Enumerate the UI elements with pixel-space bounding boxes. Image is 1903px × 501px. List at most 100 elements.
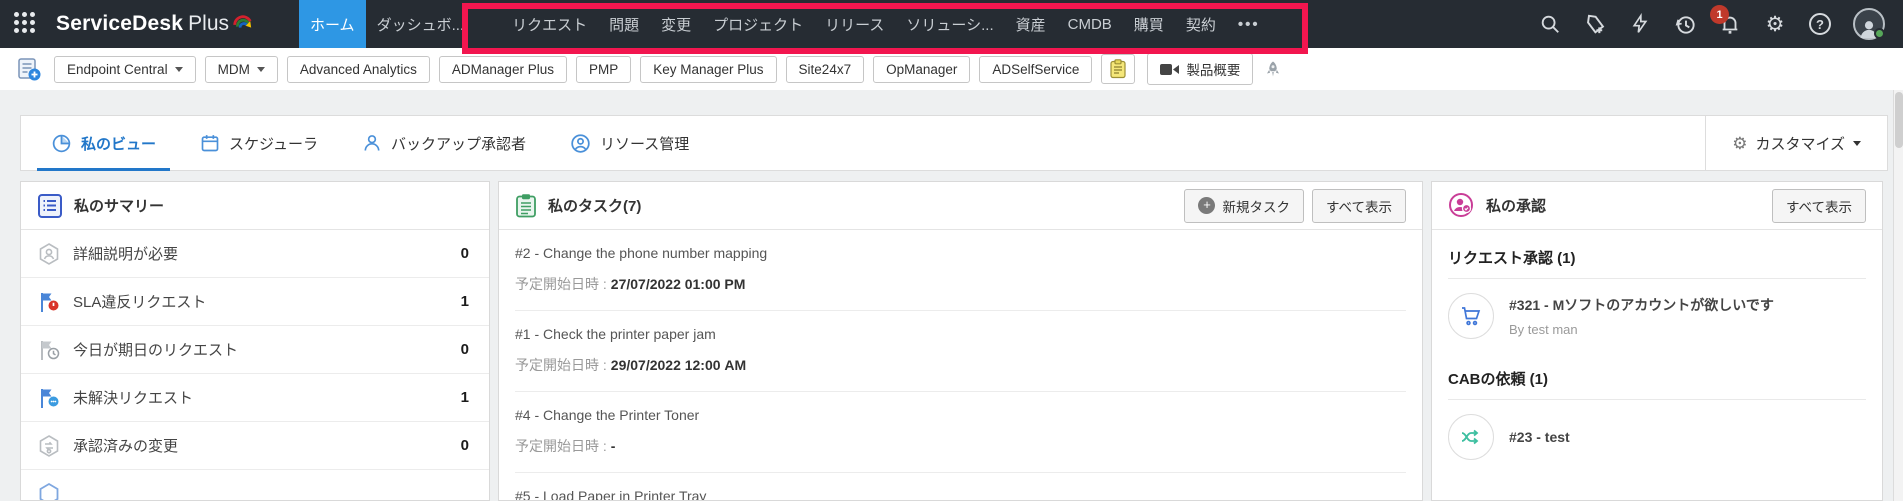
servicedesk-plus-logo[interactable]: ServiceDesk Plus xyxy=(56,12,253,36)
new-document-icon[interactable] xyxy=(16,56,42,82)
nav-item-requests[interactable]: リクエスト xyxy=(501,0,598,48)
nav-item-releases[interactable]: リリース xyxy=(814,0,895,48)
panel-title: 私のタスク(7) xyxy=(548,198,642,215)
user-avatar[interactable] xyxy=(1853,8,1885,40)
tab-scheduler[interactable]: スケジューラ xyxy=(186,116,332,170)
main-nav: ホーム ダッシュボ... リクエスト 問題 変更 プロジェクト リリース ソリュ… xyxy=(299,0,1271,48)
top-navigation-bar: ServiceDesk Plus ホーム ダッシュボ... リクエスト 問題 変… xyxy=(0,0,1903,54)
user-circle-icon xyxy=(571,133,590,153)
hexagon-icon xyxy=(39,482,59,500)
logo-swirl-icon xyxy=(233,15,252,28)
nav-item-contracts[interactable]: 契約 xyxy=(1175,0,1227,48)
tab-backup-approver[interactable]: バックアップ承認者 xyxy=(348,116,540,170)
online-status-dot xyxy=(1874,28,1885,39)
user-icon xyxy=(364,135,380,151)
approvals-user-check-icon xyxy=(1449,193,1473,217)
dashboard-content: 私のビュー スケジューラ バックアップ承認者 リソース管理 ⚙ カスタマイズ 私… xyxy=(0,90,1903,501)
summary-row-approved-changes[interactable]: 承認済みの変更 0 xyxy=(21,422,489,470)
approvals-view-all-button[interactable]: すべて表示 xyxy=(1771,188,1866,223)
approval-item[interactable]: #321 - Mソフトのアカウントが欲しいです By test man xyxy=(1448,279,1866,351)
tasks-view-all-button[interactable]: すべて表示 xyxy=(1311,188,1406,223)
summary-row-due-today[interactable]: 今日が期日のリクエスト 0 xyxy=(21,326,489,374)
task-item[interactable]: #5 - Load Paper in Printer Tray xyxy=(515,473,1406,500)
nav-more-icon[interactable]: ••• xyxy=(1227,0,1271,48)
schedule-value: 27/07/2022 01:00 PM xyxy=(610,276,746,292)
notification-badge: 1 xyxy=(1710,5,1729,24)
logo-text-secondary: Plus xyxy=(188,12,229,35)
video-camera-icon xyxy=(1160,63,1180,75)
summary-row-partial[interactable] xyxy=(21,470,489,500)
chevron-down-icon xyxy=(256,66,265,72)
my-summary-panel: 私のサマリー 詳細説明が必要 0 SLA違反リクエスト 1 今日が期日のリクエス… xyxy=(20,181,490,501)
pmp-button[interactable]: PMP xyxy=(575,55,632,83)
approvals-section-heading: リクエスト承認 (1) xyxy=(1448,230,1866,279)
nav-item-purchase[interactable]: 購買 xyxy=(1123,0,1175,48)
tasks-clipboard-icon xyxy=(516,194,536,218)
settings-gear-icon[interactable]: ⚙ xyxy=(1763,12,1787,36)
summary-count: 0 xyxy=(460,437,469,454)
nav-item-cmdb[interactable]: CMDB xyxy=(1057,0,1123,48)
history-icon[interactable] xyxy=(1673,12,1697,36)
my-tasks-header: 私のタスク(7) + 新規タスク すべて表示 xyxy=(499,182,1422,230)
panel-title: 私のサマリー xyxy=(74,198,165,215)
customize-dropdown[interactable]: ⚙ カスタマイズ xyxy=(1705,116,1887,170)
apps-grid-icon[interactable] xyxy=(14,12,38,36)
site24x7-button[interactable]: Site24x7 xyxy=(785,55,865,83)
hexagon-change-icon xyxy=(39,434,59,457)
release-notes-button[interactable] xyxy=(1101,54,1136,84)
adselfservice-button[interactable]: ADSelfService xyxy=(979,55,1093,83)
admanager-plus-button[interactable]: ADManager Plus xyxy=(438,55,567,83)
vertical-scrollbar[interactable] xyxy=(1893,90,1903,501)
summary-count: 1 xyxy=(460,293,469,310)
endpoint-central-button[interactable]: Endpoint Central xyxy=(54,55,196,83)
opmanager-button[interactable]: OpManager xyxy=(873,55,971,83)
task-item[interactable]: #1 - Check the printer paper jam 予定開始日時 … xyxy=(515,311,1406,392)
tab-my-view[interactable]: 私のビュー xyxy=(37,116,171,171)
mdm-button[interactable]: MDM xyxy=(204,55,278,83)
nav-item-changes[interactable]: 変更 xyxy=(650,0,702,48)
nav-item-assets[interactable]: 資産 xyxy=(1005,0,1057,48)
advanced-analytics-button[interactable]: Advanced Analytics xyxy=(286,55,430,83)
nav-item-solutions[interactable]: ソリューシ... xyxy=(895,0,1004,48)
quick-actions-icon[interactable] xyxy=(1628,12,1652,36)
calendar-icon xyxy=(201,135,219,152)
panels-row: 私のサマリー 詳細説明が必要 0 SLA違反リクエスト 1 今日が期日のリクエス… xyxy=(20,181,1883,501)
my-summary-header: 私のサマリー xyxy=(21,182,489,230)
schedule-label: 予定開始日時 : xyxy=(515,438,607,454)
task-item[interactable]: #2 - Change the phone number mapping 予定開… xyxy=(515,230,1406,311)
logo-text-primary: ServiceDesk xyxy=(56,12,184,35)
panel-title: 私の承認 xyxy=(1486,198,1547,215)
view-tabbar: 私のビュー スケジューラ バックアップ承認者 リソース管理 ⚙ カスタマイズ xyxy=(20,115,1888,171)
product-overview-button[interactable]: 製品概要 xyxy=(1147,53,1254,85)
approvals-body: リクエスト承認 (1) #321 - Mソフトのアカウントが欲しいです By t… xyxy=(1432,230,1882,472)
notifications-bell-icon[interactable]: 1 xyxy=(1710,5,1742,36)
hexagon-user-icon xyxy=(39,242,59,265)
nav-item-dashboard[interactable]: ダッシュボ... xyxy=(366,0,476,48)
summary-row-sla-violated[interactable]: SLA違反リクエスト 1 xyxy=(21,278,489,326)
quick-add-icon[interactable] xyxy=(1583,12,1607,36)
nav-item-problems[interactable]: 問題 xyxy=(598,0,650,48)
summary-row-pending[interactable]: 未解決リクエスト 1 xyxy=(21,374,489,422)
whats-new-rocket-icon[interactable] xyxy=(1264,59,1282,79)
new-task-button[interactable]: + 新規タスク xyxy=(1184,188,1304,223)
pie-chart-icon xyxy=(52,134,71,152)
summary-row-needs-clarification[interactable]: 詳細説明が必要 0 xyxy=(21,230,489,278)
my-approvals-panel: 私の承認 すべて表示 リクエスト承認 (1) #321 - Mソフトのアカウント… xyxy=(1431,181,1883,501)
quick-launch-toolbar: Endpoint Central MDM Advanced Analytics … xyxy=(0,48,1903,90)
flag-clock-icon xyxy=(41,340,60,360)
tab-resource-management[interactable]: リソース管理 xyxy=(556,116,703,170)
approval-item[interactable]: #23 - test xyxy=(1448,400,1866,472)
scrollbar-thumb[interactable] xyxy=(1895,92,1903,148)
plus-icon: + xyxy=(1198,197,1216,214)
help-icon[interactable]: ? xyxy=(1808,12,1832,36)
nav-item-home[interactable]: ホーム xyxy=(299,0,366,48)
summary-list-icon xyxy=(38,193,62,218)
nav-item-projects[interactable]: プロジェクト xyxy=(702,0,814,48)
key-manager-plus-button[interactable]: Key Manager Plus xyxy=(640,55,777,83)
search-icon[interactable] xyxy=(1538,12,1562,36)
summary-count: 0 xyxy=(460,245,469,262)
summary-count: 0 xyxy=(460,341,469,358)
task-item[interactable]: #4 - Change the Printer Toner 予定開始日時 :- xyxy=(515,392,1406,473)
schedule-label: 予定開始日時 : xyxy=(515,357,607,373)
my-tasks-panel: 私のタスク(7) + 新規タスク すべて表示 #2 - Change the p… xyxy=(498,181,1423,501)
